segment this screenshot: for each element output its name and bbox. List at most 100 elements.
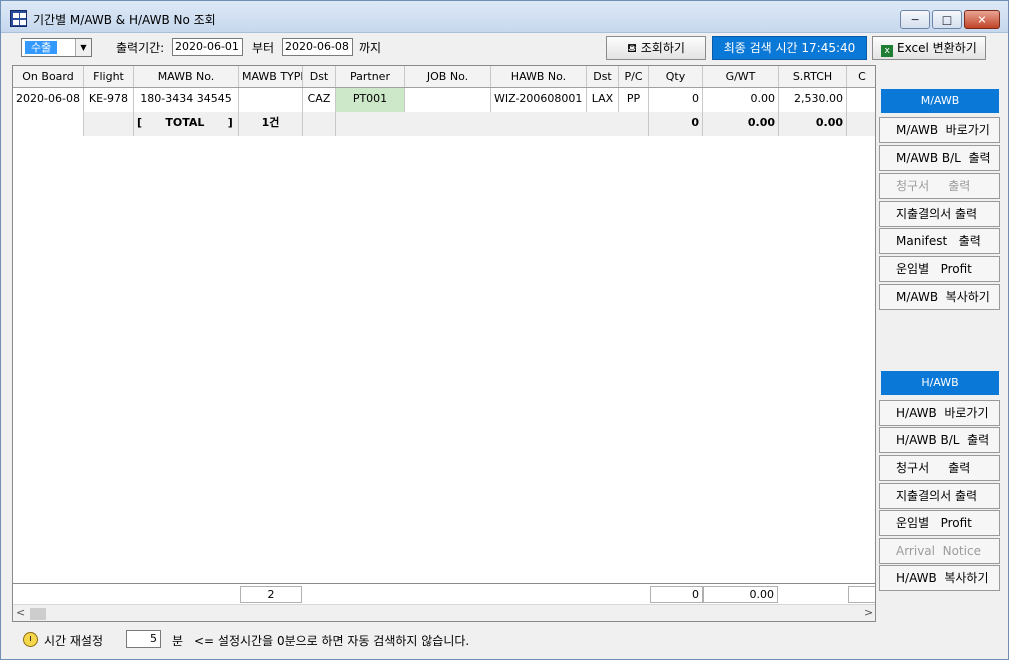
minutes-unit: 분 (172, 634, 184, 648)
col-hawb-no[interactable]: HAWB No. (491, 66, 587, 87)
auto-search-note: <= 설정시간을 0분으로 하면 자동 검색하지 않습니다. (194, 634, 470, 648)
date-from-input[interactable]: 2020-06-01 (172, 38, 243, 56)
close-icon: ✕ (977, 13, 987, 26)
mode-select-value: 수출 (25, 41, 58, 54)
hawb-arrival-notice-button[interactable]: Arrival Notice (879, 538, 1000, 564)
cell-hawb-dst: LAX (587, 88, 619, 112)
col-gwt[interactable]: G/WT (703, 66, 779, 87)
result-grid[interactable]: On Board Flight MAWB No. MAWB TYPE Dst P… (12, 65, 876, 622)
close-button[interactable]: ✕ (964, 10, 1000, 29)
horizontal-scrollbar[interactable]: < > (13, 604, 875, 621)
hawb-profit-button[interactable]: 운임별 Profit (879, 510, 1000, 536)
chevron-down-icon[interactable]: ▼ (75, 39, 91, 56)
col-dst[interactable]: Dst (303, 66, 336, 87)
col-qty[interactable]: Qty (649, 66, 703, 87)
mawb-goto-button[interactable]: M/AWB 바로가기 (879, 117, 1000, 143)
cell-c (847, 88, 875, 112)
search-button[interactable]: ⛾ 조회하기 (606, 36, 706, 60)
cell-job-no (405, 88, 491, 112)
reset-time-label: 시간 재설정 (44, 634, 104, 648)
title-bar: 기간별 M/AWB & H/AWB No 조회 ─ □ ✕ (1, 1, 1008, 33)
scroll-right-icon[interactable]: > (864, 606, 873, 619)
cell-flight: KE-978 (84, 88, 134, 112)
total-close: ] (227, 116, 233, 129)
toolbar: 수출 ▼ 출력기간: 2020-06-01 부터 2020-06-08 까지 ⛾… (2, 33, 1007, 64)
col-hawb-dst[interactable]: Dst (587, 66, 619, 87)
minimize-button[interactable]: ─ (900, 10, 930, 29)
period-label: 출력기간: (116, 41, 165, 55)
cell-mawb-type (239, 88, 303, 112)
total-label: TOTAL (165, 116, 205, 129)
total-gwt: 0.00 (703, 112, 779, 136)
excel-export-label: Excel 변환하기 (897, 41, 977, 55)
total-qty: 0 (649, 112, 703, 136)
last-search-time: 최종 검색 시간 17:45:40 (712, 36, 867, 60)
cell-mawb-no: 180-3434 34545 (134, 88, 239, 112)
col-pc[interactable]: P/C (619, 66, 649, 87)
table-row[interactable]: 2020-06-08 KE-978 180-3434 34545 CAZ PT0… (13, 88, 875, 112)
total-srtch: 0.00 (779, 112, 847, 136)
total-blank (13, 112, 84, 136)
mode-select[interactable]: 수출 ▼ (21, 38, 92, 57)
cell-partner: PT001 (336, 88, 405, 112)
col-mawb-no[interactable]: MAWB No. (134, 66, 239, 87)
hawb-invoice-print-button[interactable]: 청구서 출력 (879, 455, 1000, 481)
hawb-goto-button[interactable]: H/AWB 바로가기 (879, 400, 1000, 426)
col-c[interactable]: C (847, 66, 875, 87)
mawb-section-header: M/AWB (881, 89, 999, 113)
maximize-icon: □ (941, 13, 953, 26)
mawb-profit-button[interactable]: 운임별 Profit (879, 256, 1000, 282)
mawb-invoice-print-button[interactable]: 청구서 출력 (879, 173, 1000, 199)
col-srtch[interactable]: S.RTCH (779, 66, 847, 87)
mawb-bl-print-button[interactable]: M/AWB B/L 출력 (879, 145, 1000, 171)
col-partner[interactable]: Partner (336, 66, 405, 87)
hawb-expense-print-button[interactable]: 지출결의서 출력 (879, 483, 1000, 509)
search-button-label: 조회하기 (640, 41, 685, 55)
main-window: 기간별 M/AWB & H/AWB No 조회 ─ □ ✕ 수출 ▼ 출력기간:… (0, 0, 1009, 660)
summary-gwt: 0.00 (703, 586, 778, 603)
binoculars-icon: ⛾ (627, 41, 637, 55)
mawb-copy-button[interactable]: M/AWB 복사하기 (879, 284, 1000, 310)
col-on-board[interactable]: On Board (13, 66, 84, 87)
mawb-manifest-print-button[interactable]: Manifest 출력 (879, 228, 1000, 254)
maximize-button[interactable]: □ (932, 10, 962, 29)
col-job-no[interactable]: JOB No. (405, 66, 491, 87)
col-flight[interactable]: Flight (84, 66, 134, 87)
status-bar: 시간 재설정 5 분 <= 설정시간을 0분으로 하면 자동 검색하지 않습니다… (2, 624, 1007, 654)
hawb-copy-button[interactable]: H/AWB 복사하기 (879, 565, 1000, 591)
total-open: [ (137, 116, 143, 129)
clock-icon (23, 632, 38, 647)
side-panel: M/AWB M/AWB 바로가기 M/AWB B/L 출력 청구서 출력 지출결… (878, 65, 1000, 622)
total-blank-mid (336, 112, 649, 136)
minutes-input[interactable]: 5 (126, 630, 161, 648)
summary-bar: 2 0 0.00 (13, 583, 875, 604)
hawb-bl-print-button[interactable]: H/AWB B/L 출력 (879, 427, 1000, 453)
date-to-input[interactable]: 2020-06-08 (282, 38, 353, 56)
cell-pc: PP (619, 88, 649, 112)
scroll-left-icon[interactable]: < (16, 606, 25, 619)
cell-dst: CAZ (303, 88, 336, 112)
total-blank-dst (303, 112, 336, 136)
total-count: 1건 (239, 112, 303, 136)
grid-header: On Board Flight MAWB No. MAWB TYPE Dst P… (13, 66, 875, 88)
total-blank-c (847, 112, 875, 136)
cell-hawb-no: WIZ-200608001 (491, 88, 587, 112)
total-blank-flight (84, 112, 134, 136)
app-icon (10, 10, 27, 27)
col-mawb-type[interactable]: MAWB TYPE (239, 66, 303, 87)
from-label: 부터 (252, 41, 275, 55)
cell-on-board: 2020-06-08 (13, 88, 84, 112)
cell-srtch: 2,530.00 (779, 88, 847, 112)
summary-qty: 0 (650, 586, 703, 603)
total-label-cell: [ TOTAL ] (134, 112, 239, 136)
mawb-expense-print-button[interactable]: 지출결의서 출력 (879, 201, 1000, 227)
total-row: [ TOTAL ] 1건 0 0.00 0.00 (13, 112, 875, 136)
hawb-section-header: H/AWB (881, 371, 999, 395)
summary-count: 2 (240, 586, 302, 603)
to-label: 까지 (359, 41, 382, 55)
scroll-thumb[interactable] (30, 608, 46, 620)
window-title: 기간별 M/AWB & H/AWB No 조회 (33, 13, 216, 27)
excel-icon: x (881, 45, 894, 57)
excel-export-button[interactable]: x Excel 변환하기 (872, 36, 986, 60)
minimize-icon: ─ (911, 13, 919, 26)
